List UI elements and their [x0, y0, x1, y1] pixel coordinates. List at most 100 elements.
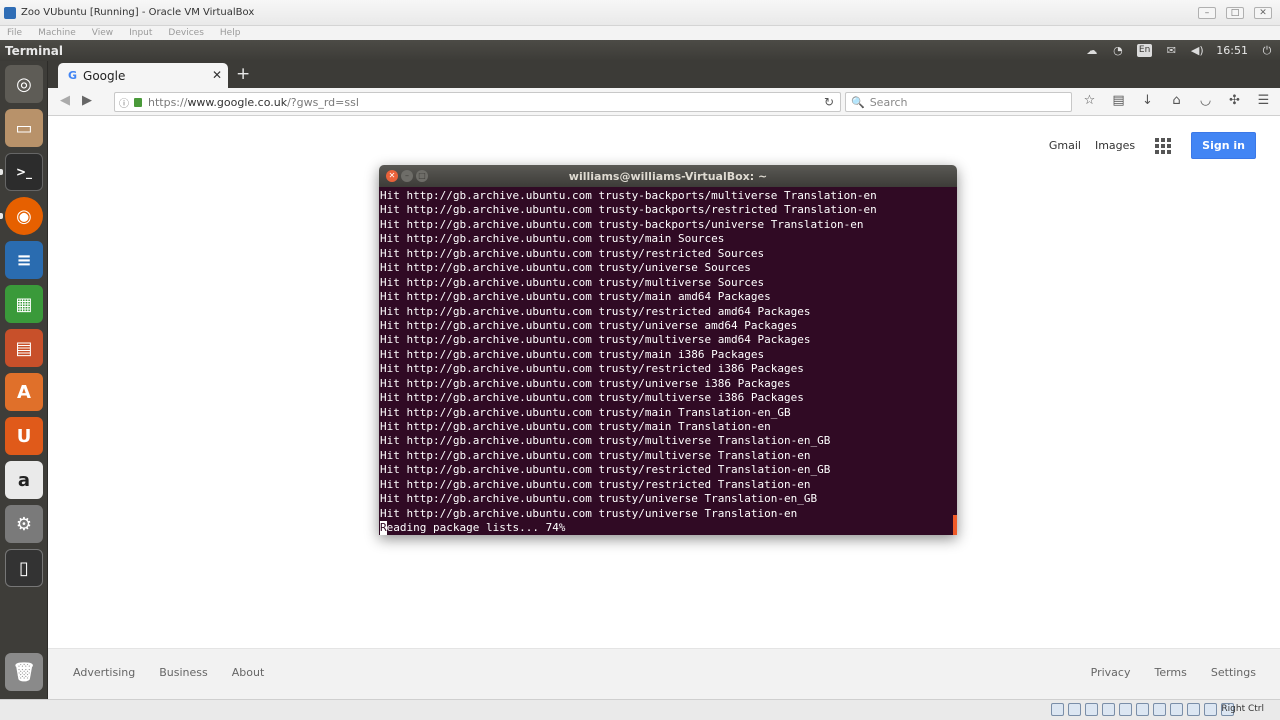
- writer-icon[interactable]: ≡: [5, 241, 43, 279]
- terminal-line: Hit http://gb.archive.ubuntu.com trusty/…: [380, 405, 791, 419]
- vbox-menubar: File Machine View Input Devices Help: [0, 26, 1280, 40]
- lock-icon: [134, 97, 142, 107]
- terminal-line: Hit http://gb.archive.ubuntu.com trusty/…: [380, 275, 765, 289]
- footer-link-about[interactable]: About: [232, 666, 265, 679]
- display-icon[interactable]: [1153, 703, 1166, 716]
- terminal-line: Hit http://gb.archive.ubuntu.com trusty/…: [380, 333, 811, 347]
- footer-link-privacy[interactable]: Privacy: [1091, 666, 1131, 679]
- terminal-output[interactable]: Hit http://gb.archive.ubuntu.com trusty-…: [379, 187, 957, 535]
- terminal-line: Hit http://gb.archive.ubuntu.com trusty/…: [380, 463, 831, 477]
- footer-link-advertising[interactable]: Advertising: [73, 666, 135, 679]
- footer-link-settings[interactable]: Settings: [1211, 666, 1256, 679]
- menu-help[interactable]: Help: [220, 28, 241, 38]
- terminal-line: Hit http://gb.archive.ubuntu.com trusty/…: [380, 391, 804, 405]
- menu-file[interactable]: File: [7, 28, 22, 38]
- system-settings-icon[interactable]: ⚙: [5, 505, 43, 543]
- menu-view[interactable]: View: [92, 28, 113, 38]
- firefox-tab-bar: G Google ✕ +: [48, 61, 1280, 88]
- power-icon[interactable]: ⏻: [1260, 44, 1274, 58]
- back-icon[interactable]: ◀: [60, 93, 70, 108]
- software-center-icon[interactable]: A: [5, 373, 43, 411]
- terminal-line: Hit http://gb.archive.ubuntu.com trusty/…: [380, 290, 771, 304]
- terminal-maximize-icon[interactable]: □: [416, 170, 428, 182]
- volume-icon[interactable]: ◀): [1190, 44, 1204, 58]
- keyboard-layout-indicator[interactable]: En: [1136, 44, 1153, 57]
- shared-folders-icon[interactable]: [1136, 703, 1149, 716]
- files-icon[interactable]: ▭: [5, 109, 43, 147]
- running-indicator: [0, 213, 3, 219]
- downloads-icon[interactable]: ↓: [1140, 93, 1155, 109]
- menu-input[interactable]: Input: [129, 28, 152, 38]
- terminal-window[interactable]: ✕ – □ williams@williams-VirtualBox: ~ Hi…: [379, 165, 957, 535]
- optical-drive-icon[interactable]: [1068, 703, 1081, 716]
- menu-devices[interactable]: Devices: [168, 28, 203, 38]
- forward-icon[interactable]: ▶: [82, 93, 92, 108]
- terminal-minimize-icon[interactable]: –: [401, 170, 413, 182]
- terminal-line: Hit http://gb.archive.ubuntu.com trusty/…: [380, 232, 725, 246]
- menu-machine[interactable]: Machine: [38, 28, 76, 38]
- vbox-titlebar: Zoo VUbuntu [Running] - Oracle VM Virtua…: [0, 0, 1280, 26]
- trash-icon[interactable]: 🗑: [5, 653, 43, 691]
- terminal-line: Hit http://gb.archive.ubuntu.com trusty/…: [380, 347, 765, 361]
- tab-title: Google: [83, 68, 126, 83]
- terminal-line-last: Reading package lists... 74%: [380, 521, 566, 535]
- new-tab-icon[interactable]: +: [236, 64, 250, 84]
- terminal-line: Hit http://gb.archive.ubuntu.com trusty/…: [380, 477, 811, 491]
- terminal-close-icon[interactable]: ✕: [386, 170, 398, 182]
- gmail-link[interactable]: Gmail: [1049, 139, 1081, 152]
- minimize-button[interactable]: –: [1198, 7, 1216, 19]
- terminal-titlebar[interactable]: ✕ – □ williams@williams-VirtualBox: ~: [379, 165, 957, 187]
- images-link[interactable]: Images: [1095, 139, 1135, 152]
- terminal-line: Hit http://gb.archive.ubuntu.com trusty/…: [380, 420, 771, 433]
- ubuntu-top-panel: Terminal ☁ ◔ En ✉ ◀) 16:51 ⏻: [0, 40, 1280, 61]
- mail-icon[interactable]: ✉: [1164, 44, 1178, 58]
- audio-icon[interactable]: [1085, 703, 1098, 716]
- info-icon[interactable]: ⓘ: [119, 95, 129, 110]
- cloud-icon[interactable]: ☁: [1085, 44, 1099, 58]
- network-icon[interactable]: [1102, 703, 1115, 716]
- reading-list-icon[interactable]: ▤: [1111, 93, 1126, 109]
- bookmark-star-icon[interactable]: ☆: [1082, 93, 1097, 109]
- cpu-icon[interactable]: [1187, 703, 1200, 716]
- search-bar[interactable]: 🔍 Search: [845, 92, 1072, 112]
- footer-link-terms[interactable]: Terms: [1154, 666, 1186, 679]
- terminal-line: Hit http://gb.archive.ubuntu.com trusty/…: [380, 376, 791, 390]
- ubuntu-one-icon[interactable]: U: [5, 417, 43, 455]
- terminal-icon[interactable]: >_: [5, 153, 43, 191]
- extension-icon[interactable]: ✣: [1227, 93, 1242, 109]
- clock[interactable]: 16:51: [1216, 44, 1248, 58]
- hard-disk-icon[interactable]: [1051, 703, 1064, 716]
- hamburger-menu-icon[interactable]: ☰: [1256, 93, 1271, 109]
- url-bar[interactable]: ⓘ https://www.google.co.uk/?gws_rd=ssl ↻: [114, 92, 841, 112]
- apps-grid-icon[interactable]: [1155, 137, 1172, 154]
- amazon-icon[interactable]: a: [5, 461, 43, 499]
- search-placeholder: Search: [869, 95, 908, 109]
- footer-link-business[interactable]: Business: [159, 666, 208, 679]
- google-favicon-icon: G: [68, 69, 78, 82]
- close-button[interactable]: ✕: [1254, 7, 1272, 19]
- terminal-line: Hit http://gb.archive.ubuntu.com trusty-…: [380, 217, 864, 231]
- impress-icon[interactable]: ▤: [5, 329, 43, 367]
- tab-close-icon[interactable]: ✕: [212, 68, 222, 82]
- mouse-integration-icon[interactable]: [1204, 703, 1217, 716]
- calc-icon[interactable]: ▦: [5, 285, 43, 323]
- pocket-icon[interactable]: ◡: [1198, 93, 1213, 109]
- terminal-line: Hit http://gb.archive.ubuntu.com trusty/…: [380, 318, 798, 332]
- wifi-icon[interactable]: ◔: [1111, 44, 1125, 58]
- usb-icon[interactable]: [1119, 703, 1132, 716]
- maximize-button[interactable]: □: [1226, 7, 1244, 19]
- firefox-icon[interactable]: ◉: [5, 197, 43, 235]
- usb-drive-icon[interactable]: ▯: [5, 549, 43, 587]
- host-key-label: Right Ctrl: [1221, 704, 1264, 714]
- terminal-title: williams@williams-VirtualBox: ~: [568, 169, 768, 183]
- reload-icon[interactable]: ↻: [824, 95, 834, 109]
- dash-home-icon[interactable]: ◎: [5, 65, 43, 103]
- sign-in-button[interactable]: Sign in: [1191, 132, 1256, 159]
- home-icon[interactable]: ⌂: [1169, 93, 1184, 109]
- video-capture-icon[interactable]: [1170, 703, 1183, 716]
- tab-google[interactable]: G Google ✕: [58, 63, 228, 88]
- url-text[interactable]: https://www.google.co.uk/?gws_rd=ssl: [148, 96, 359, 109]
- terminal-resize-handle[interactable]: [953, 515, 957, 535]
- unity-launcher: ◎ ▭ >_ ◉ ≡ ▦ ▤ A U a ⚙ ▯ 🗑: [0, 61, 48, 699]
- active-app-title: Terminal: [5, 43, 64, 58]
